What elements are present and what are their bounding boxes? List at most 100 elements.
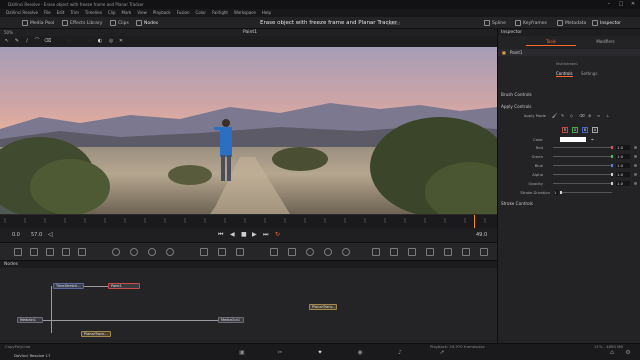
menu-item[interactable]: Help: [262, 9, 271, 17]
stroke-duration-value[interactable]: 1: [554, 190, 558, 195]
timeline-ruler[interactable]: [0, 214, 497, 229]
keyframe-dot[interactable]: [634, 164, 637, 167]
alpha-slider[interactable]: [553, 173, 613, 176]
multistroke-icon[interactable]: ∕: [24, 38, 30, 44]
apply-clone-icon[interactable]: ✎: [561, 112, 564, 119]
text-tool-icon[interactable]: [46, 248, 54, 256]
light-tool-icon[interactable]: [166, 248, 174, 256]
settings-icon[interactable]: ⚙: [624, 349, 632, 357]
clips-button[interactable]: Clips: [110, 18, 129, 28]
page-fairlight-icon[interactable]: ♪: [396, 349, 404, 357]
node-name-row[interactable]: ■ Paint1: [498, 49, 640, 56]
color-tool-icon[interactable]: [112, 248, 120, 256]
blue-value[interactable]: 1.0: [616, 163, 630, 168]
emitter-tool-icon[interactable]: [324, 248, 332, 256]
section-stroke-controls[interactable]: Stroke Controls: [501, 201, 533, 206]
menu-item[interactable]: Edit: [57, 9, 65, 17]
merge-tool-icon[interactable]: [62, 248, 70, 256]
menu-item[interactable]: Workspace: [234, 9, 256, 17]
apply-stamp-icon[interactable]: ⊥: [606, 112, 609, 119]
red-value[interactable]: 1.0: [616, 145, 630, 150]
menu-item[interactable]: Playback: [153, 9, 171, 17]
node-planartracker[interactable]: PlanarTrack...: [81, 331, 111, 337]
apply-merge-icon[interactable]: ⊕: [588, 112, 591, 119]
menu-item[interactable]: View: [137, 9, 147, 17]
go-to-end-icon[interactable]: ⏭: [263, 231, 268, 239]
spline-button[interactable]: Spline: [484, 18, 506, 28]
page-cut-icon[interactable]: ✂: [276, 349, 284, 357]
green-slider[interactable]: [553, 155, 613, 158]
bitmap-tool-icon[interactable]: [236, 248, 244, 256]
rectangle-mask-icon[interactable]: [270, 248, 278, 256]
apply-emboss-icon[interactable]: ◇: [570, 112, 573, 119]
playhead[interactable]: [474, 215, 475, 229]
subtab-controls[interactable]: Controls: [556, 71, 573, 77]
image-tool-icon[interactable]: [78, 248, 86, 256]
menu-item[interactable]: Color: [196, 9, 206, 17]
particle-tool-icon[interactable]: [306, 248, 314, 256]
fill-icon[interactable]: ◐: [97, 38, 103, 44]
minimize-icon[interactable]: –: [604, 1, 614, 8]
go-to-start-icon[interactable]: ⏮: [218, 231, 223, 239]
menu-item[interactable]: Fairlight: [212, 9, 228, 17]
page-media-icon[interactable]: ▣: [238, 349, 246, 357]
section-brush-controls[interactable]: Brush Controls: [501, 92, 532, 97]
node-paint1[interactable]: Paint1: [108, 283, 140, 289]
maximize-icon[interactable]: □: [616, 1, 626, 8]
text3d-tool-icon[interactable]: [462, 248, 470, 256]
merge3d-tool-icon[interactable]: [408, 248, 416, 256]
apply-erase-icon[interactable]: ⌫: [579, 112, 585, 119]
media-pool-button[interactable]: Media Pool: [22, 18, 54, 28]
page-fusion-icon[interactable]: ✦: [316, 349, 324, 357]
node-planartransform[interactable]: PlanarTrans...: [309, 304, 337, 310]
stop-icon[interactable]: ■: [241, 231, 247, 238]
apply-color-icon[interactable]: 🖌: [552, 112, 557, 119]
polygon-tool-icon[interactable]: [200, 248, 208, 256]
menu-item[interactable]: Trim: [70, 9, 79, 17]
nodes-button[interactable]: Nodes: [136, 18, 158, 28]
menu-item[interactable]: Mark: [122, 9, 132, 17]
delete-icon[interactable]: ✕: [118, 38, 124, 44]
background-tool-icon[interactable]: [14, 248, 22, 256]
menu-item[interactable]: DaVinci Resolve: [6, 9, 38, 17]
keyframe-dot[interactable]: [634, 182, 637, 185]
effects-library-button[interactable]: Effects Library: [62, 18, 102, 28]
play-icon[interactable]: ▶: [252, 231, 257, 238]
renderer3d-tool-icon[interactable]: [426, 248, 434, 256]
menu-item[interactable]: File: [44, 9, 51, 17]
node-editor[interactable]: TimeStretch... Paint1 MediaIn1 MediaOut1…: [0, 268, 497, 343]
play-reverse-icon[interactable]: ◀: [230, 231, 235, 238]
menu-item[interactable]: Clip: [108, 9, 116, 17]
eraser-icon[interactable]: ⌫: [44, 38, 51, 44]
node-mediaout1[interactable]: MediaOut1: [218, 317, 244, 323]
metadata-button[interactable]: Metadata: [557, 18, 586, 28]
audio-icon[interactable]: ◁: [48, 231, 53, 238]
bspline-tool-icon[interactable]: [218, 248, 226, 256]
keyframe-dot[interactable]: [634, 155, 637, 158]
apply-smear-icon[interactable]: ≈: [597, 112, 600, 119]
stroke-duration-slider[interactable]: [560, 191, 612, 194]
menu-item[interactable]: Fusion: [177, 9, 190, 17]
close-icon[interactable]: ✕: [628, 1, 638, 8]
section-apply-controls[interactable]: Apply Controls: [501, 104, 531, 109]
pointer-icon[interactable]: ↖: [4, 38, 10, 44]
color-swatch[interactable]: [560, 137, 586, 142]
clone-icon[interactable]: ⌒: [34, 38, 40, 44]
render-tool-icon[interactable]: [342, 248, 350, 256]
camera3d-tool-icon[interactable]: [390, 248, 398, 256]
glow-tool-icon[interactable]: [148, 248, 156, 256]
render-end-field[interactable]: 49.0: [476, 232, 487, 238]
page-color-icon[interactable]: ◉: [356, 349, 364, 357]
circle-icon[interactable]: ●: [87, 38, 93, 44]
green-value[interactable]: 1.0: [616, 154, 630, 159]
node-mediain1[interactable]: MediaIn1: [17, 317, 43, 323]
menu-item[interactable]: Timeline: [85, 9, 102, 17]
keyframes-button[interactable]: Keyframes: [515, 18, 547, 28]
page-deliver-icon[interactable]: ➚: [438, 349, 446, 357]
light3d-tool-icon[interactable]: [444, 248, 452, 256]
current-frame-field[interactable]: 57.0: [31, 232, 42, 238]
subtab-settings[interactable]: Settings: [581, 71, 597, 76]
blue-slider[interactable]: [553, 164, 613, 167]
red-slider[interactable]: [553, 146, 613, 149]
rectangle-icon[interactable]: ■: [66, 38, 72, 44]
